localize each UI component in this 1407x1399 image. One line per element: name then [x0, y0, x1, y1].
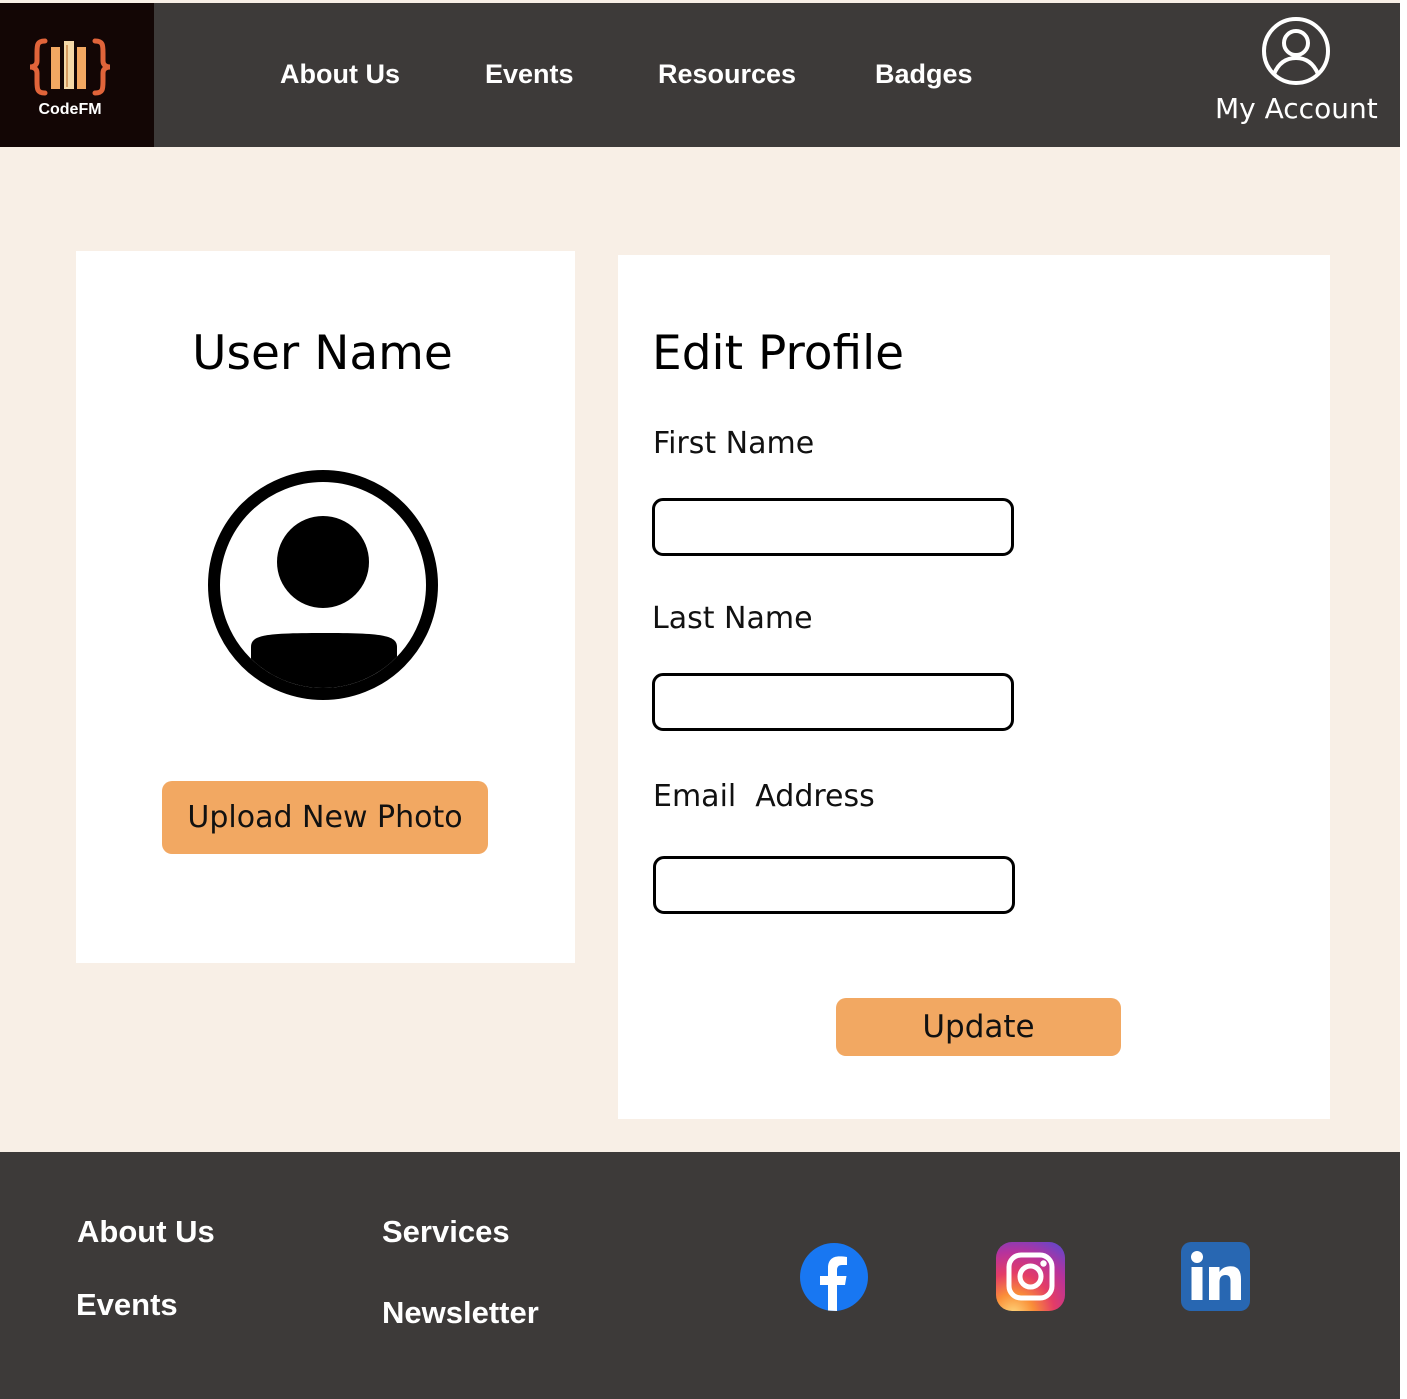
- nav-badges[interactable]: Badges: [875, 59, 973, 90]
- my-account-link[interactable]: My Account: [1215, 92, 1378, 125]
- facebook-icon[interactable]: [799, 1242, 869, 1312]
- instagram-icon[interactable]: [996, 1242, 1065, 1311]
- footer-about-us-link[interactable]: About Us: [77, 1214, 215, 1250]
- user-circle-icon[interactable]: [1261, 16, 1331, 86]
- nav-resources[interactable]: Resources: [658, 59, 796, 90]
- first-name-label: First Name: [653, 426, 815, 461]
- email-address-label: Email Address: [653, 779, 875, 814]
- nav-events[interactable]: Events: [485, 59, 574, 90]
- user-avatar-icon: [208, 470, 438, 700]
- nav-about-us[interactable]: About Us: [280, 59, 400, 90]
- page: CodeFM About Us Events Resources Badges …: [0, 0, 1400, 1399]
- logo[interactable]: CodeFM: [0, 3, 154, 147]
- logo-text: CodeFM: [38, 101, 102, 118]
- first-name-input[interactable]: [652, 498, 1014, 556]
- update-button[interactable]: Update: [836, 998, 1121, 1056]
- last-name-input[interactable]: [652, 673, 1014, 731]
- linkedin-icon[interactable]: [1181, 1242, 1250, 1311]
- edit-profile-title: Edit Profile: [652, 326, 905, 381]
- upload-new-photo-button[interactable]: Upload New Photo: [162, 781, 488, 854]
- footer-services-link[interactable]: Services: [382, 1214, 510, 1250]
- codefm-logo-icon: [29, 38, 111, 96]
- footer-events-link[interactable]: Events: [76, 1287, 178, 1323]
- email-address-input[interactable]: [653, 856, 1015, 914]
- last-name-label: Last Name: [652, 601, 813, 636]
- user-name-heading: User Name: [192, 326, 453, 381]
- footer-newsletter-link[interactable]: Newsletter: [382, 1295, 539, 1331]
- top-navbar: CodeFM About Us Events Resources Badges …: [0, 3, 1400, 147]
